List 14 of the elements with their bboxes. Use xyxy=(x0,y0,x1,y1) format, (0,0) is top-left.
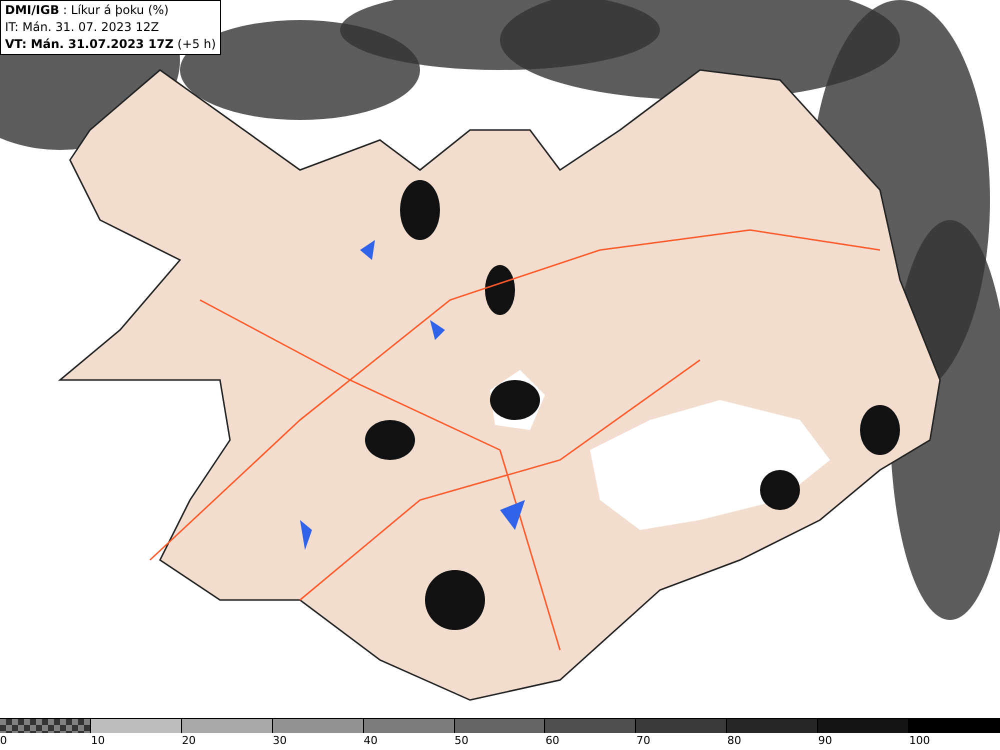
legend-label: 40 xyxy=(364,733,378,749)
header-text: VT: Mán. 31.07.2023 17Z (+5 h) xyxy=(5,36,216,53)
legend-label: 30 xyxy=(272,733,287,749)
legend-label: 80 xyxy=(727,733,742,749)
legend-label: 10 xyxy=(90,733,105,749)
legend-label: 100 xyxy=(909,733,930,749)
legend-label: 70 xyxy=(636,733,650,749)
legend-label: 0 xyxy=(0,733,7,749)
legend-label: 50 xyxy=(454,733,469,749)
header-text: IT: Mán. 31. 07. 2023 12Z xyxy=(5,19,160,36)
header-text: DMI/IGB : Líkur á þoku (%) xyxy=(5,2,170,19)
legend-label: 20 xyxy=(182,733,196,749)
legend-label: 90 xyxy=(818,733,832,749)
legend-label: 60 xyxy=(545,733,560,749)
